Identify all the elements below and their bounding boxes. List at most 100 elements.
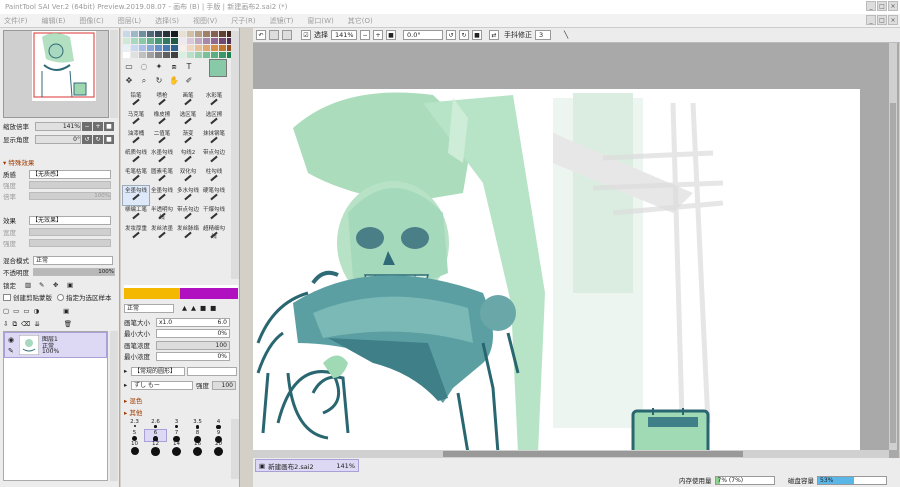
brush-shape-expand-icon[interactable]: ▸ — [124, 367, 131, 375]
lasso-icon[interactable]: ◌ — [139, 62, 149, 72]
brush-shape-round-icon[interactable]: ▲ — [182, 304, 187, 312]
canvas-rotate-left-button[interactable]: ↺ — [446, 30, 456, 40]
brush-mode-select[interactable]: 正常 — [124, 303, 174, 313]
lock-move-icon[interactable]: ✥ — [53, 281, 67, 289]
color-swatch[interactable] — [139, 45, 146, 51]
canvas-rotate-reset-button[interactable]: ■ — [472, 30, 482, 40]
menu-edit[interactable]: 编辑(E) — [42, 16, 66, 26]
color-swatch[interactable] — [203, 45, 210, 51]
zoom-in-button[interactable]: + — [93, 121, 103, 131]
color-swatch[interactable] — [139, 38, 146, 44]
brush-tool-23[interactable]: 硬笔勾线 — [201, 186, 227, 205]
brush-tool-15[interactable]: 带点勾边 — [201, 148, 227, 167]
blend-select[interactable]: 正常 — [33, 255, 113, 265]
brush-tool-7[interactable]: 选区擦 — [201, 110, 227, 129]
magic-wand-icon[interactable]: ✦ — [154, 62, 164, 72]
show-selection-checkbox[interactable]: ☑ — [301, 30, 311, 40]
pen-pressure-icon[interactable]: ╲ — [564, 31, 568, 39]
brush-tool-30[interactable]: 发丝脉络 — [175, 224, 201, 243]
mix-section[interactable]: ▸ 混色 — [124, 395, 142, 405]
new-layer-set-icon[interactable]: ▭ — [13, 307, 19, 315]
rotate-tool-icon[interactable]: ↻ — [154, 76, 164, 86]
color-swatch[interactable] — [171, 45, 178, 51]
color-swatch[interactable] — [179, 52, 186, 58]
copy-layer-icon[interactable]: ⧉ — [12, 320, 17, 329]
brush-tool-24[interactable]: 柳编工笔 — [123, 205, 149, 224]
canvas-vertical-thumb[interactable] — [890, 103, 896, 443]
effect-select[interactable]: 【无效果】 — [29, 215, 111, 225]
brush-tool-21[interactable]: 全墨勾线 — [149, 186, 175, 205]
angle-field[interactable]: 0.0° — [403, 30, 443, 40]
color-swatch[interactable] — [211, 45, 218, 51]
min-density-slider[interactable]: 0% — [156, 351, 230, 361]
brush-tool-2[interactable]: 画笔 — [175, 91, 201, 110]
zoom-reset-button[interactable]: ■ — [104, 121, 114, 131]
color-swatch[interactable] — [187, 45, 194, 51]
stabilizer-select[interactable]: 3 — [535, 30, 551, 40]
effect-width-slider[interactable] — [29, 228, 111, 236]
menu-view[interactable]: 视图(V) — [193, 16, 217, 26]
flip-horizontal-button[interactable]: ⇄ — [489, 30, 499, 40]
color-swatch[interactable] — [123, 45, 130, 51]
brush-tool-10[interactable]: 渐变 — [175, 129, 201, 148]
rotate-left-button[interactable]: ↺ — [82, 134, 92, 144]
menu-file[interactable]: 文件(F) — [4, 16, 28, 26]
brush-tool-1[interactable]: 喷枪 — [149, 91, 175, 110]
brush-shape-soft-icon[interactable]: ▲ — [191, 304, 196, 312]
close-button[interactable]: × — [888, 1, 898, 11]
color-swatch[interactable] — [195, 45, 202, 51]
document-tab[interactable]: ▣ 新建画布2.sai2 141% — [255, 459, 359, 472]
maximize-button[interactable]: □ — [877, 1, 887, 11]
artwork-canvas[interactable] — [253, 43, 899, 458]
size-preset[interactable]: 5 — [124, 430, 145, 441]
color-swatch[interactable] — [147, 31, 154, 37]
texture-select[interactable]: 【无质感】 — [29, 169, 111, 179]
menu-select[interactable]: 选择(S) — [155, 16, 179, 26]
color-swatch[interactable] — [219, 52, 226, 58]
brush-tool-28[interactable]: 发妆厚重 — [123, 224, 149, 243]
size-preset[interactable]: 10 — [124, 441, 145, 455]
brush-shape-select[interactable]: 【常规的圆形】 — [131, 366, 185, 376]
new-mask-icon[interactable]: ◑ — [33, 307, 39, 315]
color-swatch[interactable] — [147, 45, 154, 51]
color-swatch[interactable] — [187, 52, 194, 58]
new-layer-icon[interactable]: ▢ — [3, 307, 9, 315]
brush-tool-20[interactable]: 全墨勾线 — [122, 185, 150, 206]
color-swatch[interactable] — [147, 52, 154, 58]
delete-layer-icon[interactable]: 🗑 — [64, 320, 72, 328]
color-swatch[interactable] — [171, 52, 178, 58]
color-swatch[interactable] — [123, 52, 130, 58]
canvas-rotate-right-button[interactable]: ↻ — [459, 30, 469, 40]
tool-scrollbar[interactable] — [231, 31, 239, 279]
size-preset[interactable]: 14 — [166, 441, 187, 456]
doc-maximize-button[interactable]: □ — [877, 15, 887, 25]
clip-checkbox[interactable] — [3, 293, 11, 301]
undo-button[interactable]: ↶ — [256, 30, 266, 40]
hand-tool-icon[interactable]: ✋ — [169, 76, 179, 86]
color-swatch[interactable] — [219, 31, 226, 37]
color-swatch[interactable] — [203, 52, 210, 58]
brush-tool-26[interactable]: 带点勾边 — [175, 205, 201, 224]
zoom-field[interactable]: 141% — [331, 30, 357, 40]
brush-texture-strength[interactable]: 100 — [212, 380, 236, 390]
opacity-slider[interactable]: 100% — [33, 268, 115, 276]
color-swatch[interactable] — [139, 31, 146, 37]
size-preset[interactable]: 2.3 — [124, 419, 145, 430]
color-swatch[interactable] — [131, 38, 138, 44]
layer-select-icon[interactable]: ⧈ — [169, 62, 179, 72]
brush-tool-4[interactable]: 马克笔 — [123, 110, 149, 129]
zoom-out-button[interactable]: − — [82, 121, 92, 131]
eyedropper-icon[interactable]: ✐ — [184, 76, 194, 86]
color-swatch[interactable] — [147, 38, 154, 44]
color-swatch[interactable] — [203, 38, 210, 44]
color-swatch[interactable] — [187, 38, 194, 44]
brush-texture-select[interactable]: ずし もー — [131, 380, 193, 390]
density-slider[interactable]: 100 — [156, 340, 230, 350]
deselect-button[interactable] — [282, 30, 292, 40]
size-scrollbar[interactable] — [231, 419, 239, 479]
canvas-zoom-out-button[interactable]: − — [360, 30, 370, 40]
color-swatch[interactable] — [219, 38, 226, 44]
zoom-value[interactable]: 141% — [35, 121, 81, 131]
lock-transparency-icon[interactable]: ▨ — [25, 281, 39, 289]
menu-layer[interactable]: 图层(L) — [118, 16, 141, 26]
